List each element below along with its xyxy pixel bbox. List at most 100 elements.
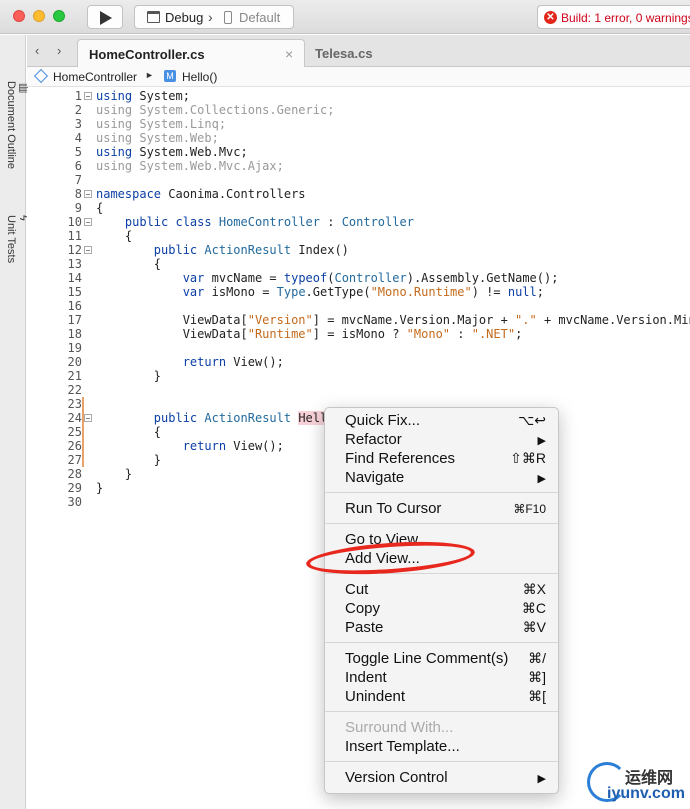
run-button[interactable] — [87, 5, 123, 29]
method-icon: M — [164, 70, 176, 82]
fold-toggle[interactable] — [84, 218, 92, 226]
code-token: View(); — [226, 439, 284, 453]
code-line[interactable]: 17 ViewData["Version"] = mvcName.Version… — [27, 313, 690, 327]
line-number: 30 — [67, 495, 82, 509]
menu-item-indent[interactable]: Indent ⌘] — [325, 669, 558, 688]
menu-item-refactor[interactable]: Refactor ▶ — [325, 431, 558, 450]
code-line[interactable]: 15 var isMono = Type.GetType("Mono.Runti… — [27, 285, 690, 299]
breadcrumb-class[interactable]: HomeController — [53, 70, 137, 84]
nav-forward-button[interactable]: › — [57, 43, 61, 58]
code-line[interactable]: 6 using System.Web.Mvc.Ajax; — [27, 159, 690, 173]
code-line[interactable]: 12 public ActionResult Index() — [27, 243, 690, 257]
tab-telesa[interactable]: Telesa.cs — [307, 39, 507, 67]
device-label: Default — [239, 10, 281, 25]
menu-item-quick-fix[interactable]: Quick Fix... ⌥↩ — [325, 412, 558, 431]
zoom-window-button[interactable] — [53, 10, 65, 22]
code-token: "Runtime" — [247, 327, 313, 341]
line-number: 15 — [67, 285, 82, 299]
menu-item-navigate[interactable]: Navigate ▶ — [325, 469, 558, 488]
menu-item-version-control[interactable]: Version Control ▶ — [325, 769, 558, 788]
fold-toggle[interactable] — [84, 246, 92, 254]
unit-tests-label: Unit Tests — [5, 215, 17, 264]
tab-homecontroller[interactable]: HomeController.cs × — [77, 39, 305, 67]
breadcrumb-separator: ► — [145, 70, 154, 80]
code-token: return — [182, 355, 227, 369]
menu-item-label: Version Control — [345, 769, 448, 786]
tab-close-button[interactable]: × — [285, 46, 293, 62]
code-text: } — [96, 453, 161, 467]
code-token: System; — [132, 89, 190, 103]
menu-item-label: Quick Fix... — [345, 412, 421, 429]
line-number: 27 — [67, 453, 82, 467]
code-line[interactable]: 13 { — [27, 257, 690, 271]
menu-item-shortcut: ⌘] — [528, 669, 546, 685]
configuration-selector[interactable]: Debug › Default — [134, 5, 294, 29]
line-number: 10 — [67, 215, 82, 229]
code-line[interactable]: 9{ — [27, 201, 690, 215]
menu-separator — [325, 523, 558, 524]
code-token: } — [96, 467, 133, 481]
code-line[interactable]: 19 — [27, 341, 690, 355]
code-token: using System.Collections.Generic; — [96, 103, 335, 117]
code-line[interactable]: 22 — [27, 383, 690, 397]
build-status[interactable]: ✕ Build: 1 error, 0 warnings — [537, 5, 690, 29]
code-line[interactable]: 11 { — [27, 229, 690, 243]
fold-toggle[interactable] — [84, 414, 92, 422]
code-line[interactable]: 4 using System.Web; — [27, 131, 690, 145]
unit-tests-pad[interactable]: ϟ Unit Tests — [5, 215, 29, 263]
menu-item-label: Insert Template... — [345, 738, 460, 755]
code-line[interactable]: 7 — [27, 173, 690, 187]
code-line[interactable]: 3 using System.Linq; — [27, 117, 690, 131]
menu-item-paste[interactable]: Paste ⌘V — [325, 619, 558, 638]
code-token: public — [153, 243, 198, 257]
code-token: ; — [515, 327, 523, 341]
close-window-button[interactable] — [13, 10, 25, 22]
breadcrumb-method[interactable]: Hello() — [182, 70, 217, 84]
code-line[interactable]: 10 public class HomeController : Control… — [27, 215, 690, 229]
menu-item-unindent[interactable]: Unindent ⌘[ — [325, 688, 558, 707]
minimize-window-button[interactable] — [33, 10, 45, 22]
menu-item-label: Unindent — [345, 688, 406, 705]
watermark: 运维网 iyunv.com — [583, 758, 687, 806]
menu-item-label: Refactor — [345, 431, 402, 448]
menu-item-run-to-cursor[interactable]: Run To Cursor ⌘F10 — [325, 500, 558, 519]
menu-item-cut[interactable]: Cut ⌘X — [325, 581, 558, 600]
code-token: ActionResult — [204, 411, 292, 425]
menu-item-label: Copy — [345, 600, 381, 617]
menu-item-shortcut: ⌘/ — [528, 650, 546, 666]
code-line[interactable]: 2 using System.Collections.Generic; — [27, 103, 690, 117]
code-token: ; — [536, 285, 544, 299]
fold-toggle[interactable] — [84, 190, 92, 198]
menu-separator — [325, 711, 558, 712]
line-number: 5 — [74, 145, 82, 159]
code-line[interactable]: 8 namespace Caonima.Controllers — [27, 187, 690, 201]
line-number: 20 — [67, 355, 82, 369]
menu-item-copy[interactable]: Copy ⌘C — [325, 600, 558, 619]
code-line[interactable]: 16 — [27, 299, 690, 313]
tab-label: Telesa.cs — [315, 46, 373, 61]
menu-item-find-references[interactable]: Find References ⇧⌘R — [325, 450, 558, 469]
code-line[interactable]: 21 } — [27, 369, 690, 383]
code-line[interactable]: 18 ViewData["Runtime"] = isMono ? "Mono"… — [27, 327, 690, 341]
code-line[interactable]: 5 using System.Web.Mvc; — [27, 145, 690, 159]
code-line[interactable]: 20 return View(); — [27, 355, 690, 369]
line-number: 21 — [67, 369, 82, 383]
code-token: ) != — [471, 285, 508, 299]
line-number: 25 — [67, 425, 82, 439]
watermark-url: iyunv.com — [607, 785, 685, 802]
build-status-text: Build: 1 error, 0 warnings — [561, 11, 690, 25]
code-text: using System.Web; — [96, 131, 219, 145]
nav-back-button[interactable]: ‹ — [35, 43, 39, 58]
fold-toggle[interactable] — [84, 92, 92, 100]
code-token: System.Web.Mvc; — [132, 145, 248, 159]
code-line[interactable]: 14 var mvcName = typeof(Controller).Asse… — [27, 271, 690, 285]
code-text: ViewData["Version"] = mvcName.Version.Ma… — [96, 313, 690, 327]
code-line[interactable]: 1 using System; — [27, 89, 690, 103]
menu-item-toggle-line-comment[interactable]: Toggle Line Comment(s) ⌘/ — [325, 650, 558, 669]
line-number: 16 — [67, 299, 82, 313]
menu-item-insert-template[interactable]: Insert Template... — [325, 738, 558, 757]
menu-item-shortcut: ⌥↩ — [518, 412, 546, 428]
class-icon — [33, 68, 49, 84]
